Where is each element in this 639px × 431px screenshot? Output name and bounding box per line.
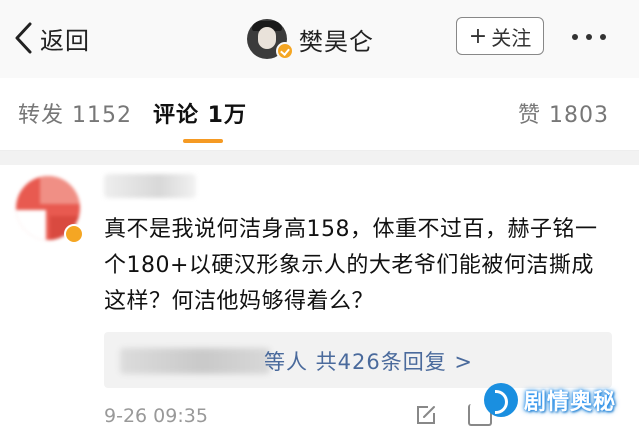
reply-count-link[interactable]: 等人 共426条回复 >	[264, 346, 473, 376]
commenter-name-blurred[interactable]	[104, 174, 196, 198]
more-dots-icon[interactable]	[572, 34, 606, 40]
watermark-logo-icon	[484, 383, 518, 417]
comment-timestamp: 9-26 09:35	[104, 405, 208, 427]
follow-label: 关注	[491, 25, 532, 50]
comment-text: 真不是我说何洁身高158，体重不过百，赫子铭一个180+以硬汉形象示人的大老爷们…	[104, 217, 598, 314]
tab-likes[interactable]: 赞 1803	[518, 97, 609, 129]
section-divider	[0, 151, 639, 165]
tab-reposts[interactable]: 转发 1152	[18, 97, 132, 129]
tab-comments[interactable]: 评论 1万	[153, 97, 247, 129]
back-chevron-icon	[15, 22, 32, 54]
page-title: 樊昊仑	[299, 27, 374, 56]
edit-icon[interactable]	[415, 404, 437, 426]
profile-title[interactable]: 樊昊仑	[247, 14, 374, 64]
reply-users-blurred	[120, 348, 270, 374]
tab-bar: 转发 1152 评论 1万 赞 1803	[0, 78, 639, 151]
back-button[interactable]: 返回	[12, 18, 90, 58]
navigation-bar: 返回 樊昊仑 + 关注	[0, 0, 639, 78]
back-label: 返回	[40, 26, 90, 55]
follow-button[interactable]: + 关注	[456, 17, 544, 55]
active-tab-indicator	[183, 139, 223, 143]
user-badge-icon	[64, 224, 84, 244]
plus-icon: +	[468, 23, 488, 49]
watermark: 剧情奥秘	[484, 378, 616, 422]
verified-badge-icon	[276, 42, 294, 60]
watermark-text: 剧情奥秘	[524, 390, 617, 415]
